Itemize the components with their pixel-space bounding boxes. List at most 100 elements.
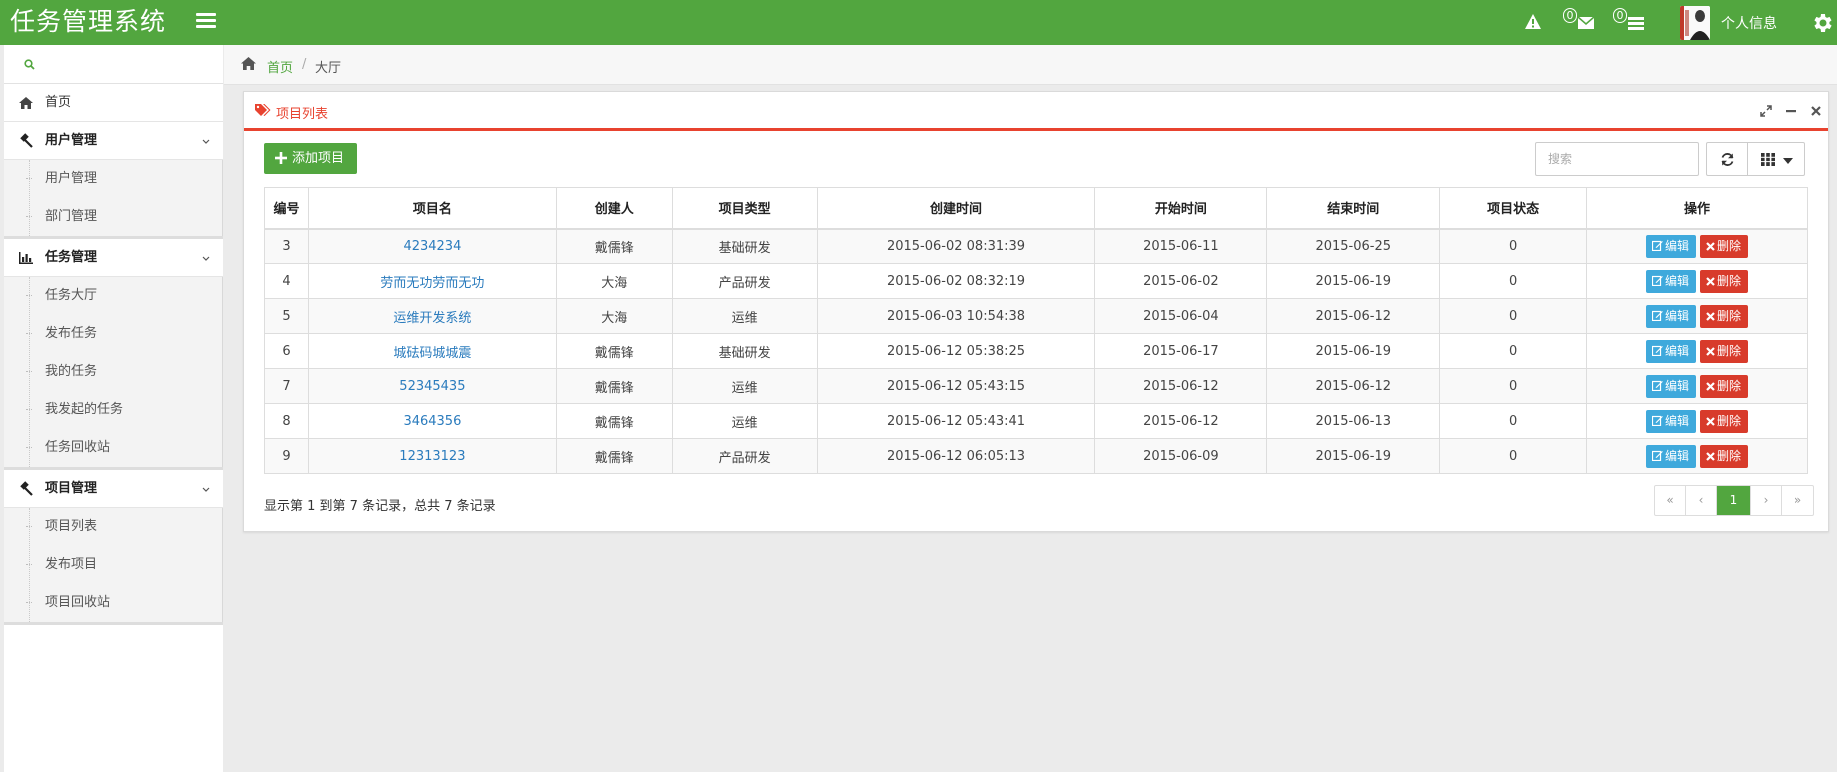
cell-type: 产品研发 <box>671 263 818 299</box>
edit-button[interactable]: 编辑 <box>1646 234 1697 258</box>
sidebar-item-user-management[interactable]: 用户管理 <box>4 160 223 198</box>
page-first-button[interactable]: « <box>1655 486 1686 515</box>
close-icon <box>1706 311 1715 321</box>
sidebar-item-project-recycle-bin[interactable]: 项目回收站 <box>4 584 223 622</box>
sidebar-item-project-list[interactable]: 项目列表 <box>4 508 223 546</box>
delete-button[interactable]: 删除 <box>1700 444 1749 468</box>
page-last-button[interactable]: » <box>1782 486 1813 515</box>
messages-badge: 0 <box>1563 8 1577 23</box>
bar-chart-icon <box>19 252 33 264</box>
delete-label: 删除 <box>1717 343 1742 358</box>
page-current-button[interactable]: 1 <box>1717 486 1751 515</box>
sidebar-empty-area <box>4 625 223 772</box>
sidebar-search[interactable] <box>4 45 223 84</box>
cell-id: 8 <box>264 403 309 439</box>
app-title[interactable]: 任务管理系统 <box>10 6 166 38</box>
table-row: 5 运维开发系统 大海 运维 2015-06-03 10:54:38 2015-06-04… <box>264 298 1808 334</box>
project-name-link[interactable]: 运维开发系统 <box>307 298 557 334</box>
delete-button[interactable]: 删除 <box>1700 269 1749 293</box>
sidebar-item-publish-project[interactable]: 发布项目 <box>4 546 223 584</box>
close-icon <box>1706 346 1715 356</box>
sidebar-item-initiated-tasks[interactable]: 我发起的任务 <box>4 391 223 429</box>
panel-title: 项目列表 <box>276 107 329 122</box>
pagination: « ‹ 1 › » <box>1654 485 1814 516</box>
edit-button[interactable]: 编辑 <box>1646 409 1697 433</box>
panel-header: 项目列表 <box>244 92 1828 131</box>
sidebar-group-users[interactable]: 用户管理 <box>4 122 223 160</box>
add-project-button[interactable]: 添加项目 <box>264 143 357 174</box>
alerts-button[interactable] <box>1524 13 1542 41</box>
column-header[interactable]: 项目类型 <box>671 187 818 230</box>
project-list-panel: 项目列表 添加项目 编号 项目名 创建人 项目类型 创建时间 开始时间 结束时间 <box>243 91 1829 532</box>
cell-actions: 编辑 删除 <box>1586 438 1808 474</box>
cell-actions: 编辑 删除 <box>1586 368 1808 404</box>
column-header[interactable]: 结束时间 <box>1266 187 1441 230</box>
cell-end-date: 2015-06-25 <box>1266 228 1441 264</box>
sidebar-group-projects[interactable]: 项目管理 <box>4 470 223 508</box>
sidebar-item-department-management[interactable]: 部门管理 <box>4 198 223 236</box>
project-name-link[interactable]: 52345435 <box>307 368 557 404</box>
cell-created-time: 2015-06-12 05:43:41 <box>816 403 1096 439</box>
table-summary: 显示第 1 到第 7 条记录，总共 7 条记录 <box>264 499 496 514</box>
caret-down-icon <box>1783 158 1793 164</box>
envelope-icon <box>1577 16 1595 29</box>
sidebar-group-tasks[interactable]: 任务管理 <box>4 239 223 277</box>
sidebar-item-home[interactable]: 首页 <box>4 84 223 122</box>
edit-button[interactable]: 编辑 <box>1646 269 1697 293</box>
project-name-link[interactable]: 4234234 <box>307 228 557 264</box>
sidebar-item-publish-task[interactable]: 发布任务 <box>4 315 223 353</box>
cell-id: 7 <box>264 368 309 404</box>
delete-label: 删除 <box>1717 238 1742 253</box>
project-name-link[interactable]: 劳而无功劳而无功 <box>307 263 557 299</box>
cell-type: 运维 <box>671 403 818 439</box>
project-name-link[interactable]: 3464356 <box>307 403 557 439</box>
delete-button[interactable]: 删除 <box>1700 304 1749 328</box>
refresh-button[interactable] <box>1706 142 1748 176</box>
column-header[interactable]: 项目名 <box>307 187 557 230</box>
profile-link[interactable]: 个人信息 <box>1721 13 1777 33</box>
column-header[interactable]: 项目状态 <box>1439 187 1588 230</box>
warning-icon <box>1525 14 1541 29</box>
column-header[interactable]: 开始时间 <box>1094 187 1268 230</box>
tasks-button[interactable]: 0 <box>1613 8 1647 36</box>
table-search-input[interactable] <box>1535 142 1699 176</box>
edit-button[interactable]: 编辑 <box>1646 374 1697 398</box>
edit-button[interactable]: 编辑 <box>1646 444 1697 468</box>
avatar[interactable] <box>1680 6 1710 40</box>
column-header[interactable]: 编号 <box>264 187 309 230</box>
edit-button[interactable]: 编辑 <box>1646 304 1697 328</box>
breadcrumb-home-link[interactable]: 首页 <box>267 57 293 76</box>
messages-button[interactable]: 0 <box>1563 8 1597 36</box>
page-next-button[interactable]: › <box>1751 486 1782 515</box>
project-name-link[interactable]: 12313123 <box>307 438 557 474</box>
column-header: 操作 <box>1586 187 1808 230</box>
project-name-link[interactable]: 城砝码城城震 <box>307 333 557 369</box>
gear-icon[interactable] <box>1810 11 1834 35</box>
table-row: 9 12313123 戴儒锋 产品研发 2015-06-12 06:05:13 2015-… <box>264 438 1808 474</box>
minimize-icon[interactable] <box>1784 104 1798 118</box>
sidebar-item-task-recycle-bin[interactable]: 任务回收站 <box>4 429 223 467</box>
sidebar-item-my-tasks[interactable]: 我的任务 <box>4 353 223 391</box>
sidebar-item-label: 项目回收站 <box>45 595 111 610</box>
delete-button[interactable]: 删除 <box>1700 409 1749 433</box>
expand-icon[interactable] <box>1759 104 1773 118</box>
sidebar-item-label: 任务大厅 <box>45 288 98 303</box>
cell-id: 3 <box>264 228 309 264</box>
page-prev-button[interactable]: ‹ <box>1686 486 1717 515</box>
delete-button[interactable]: 删除 <box>1700 339 1749 363</box>
edit-label: 编辑 <box>1665 413 1690 428</box>
close-icon[interactable] <box>1809 104 1823 118</box>
columns-toggle-button[interactable] <box>1747 142 1805 176</box>
table-row: 3 4234234 戴儒锋 基础研发 2015-06-02 08:31:39 2015-0… <box>264 228 1808 264</box>
menu-toggle-button[interactable] <box>196 13 216 31</box>
tasks-icon <box>1628 17 1644 30</box>
cell-type: 基础研发 <box>671 333 818 369</box>
column-header[interactable]: 创建人 <box>555 187 673 230</box>
column-header[interactable]: 创建时间 <box>816 187 1096 230</box>
delete-button[interactable]: 删除 <box>1700 234 1749 258</box>
cell-status: 0 <box>1439 298 1588 334</box>
sidebar-item-task-hall[interactable]: 任务大厅 <box>4 277 223 315</box>
edit-label: 编辑 <box>1665 378 1690 393</box>
edit-button[interactable]: 编辑 <box>1646 339 1697 363</box>
delete-button[interactable]: 删除 <box>1700 374 1749 398</box>
